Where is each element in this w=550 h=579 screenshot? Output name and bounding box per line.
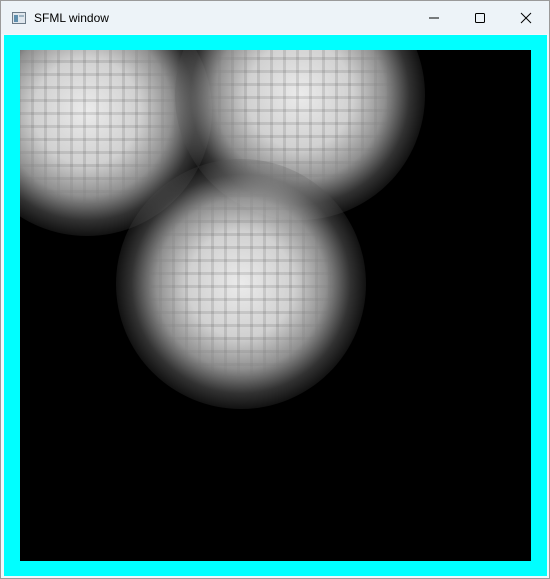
minimize-button[interactable] bbox=[411, 1, 457, 34]
sfml-window: SFML window bbox=[0, 0, 550, 579]
maximize-button[interactable] bbox=[457, 1, 503, 34]
cyan-frame bbox=[4, 35, 547, 576]
app-window-icon bbox=[12, 11, 26, 24]
render-canvas[interactable] bbox=[20, 50, 531, 561]
title-bar[interactable]: SFML window bbox=[1, 1, 549, 34]
close-button[interactable] bbox=[503, 1, 549, 34]
maximize-icon bbox=[475, 13, 485, 23]
minimize-icon bbox=[429, 17, 439, 19]
window-title: SFML window bbox=[34, 11, 109, 25]
sphere-grid-texture bbox=[146, 189, 336, 379]
glowing-sphere bbox=[116, 159, 366, 409]
close-icon bbox=[520, 12, 532, 24]
